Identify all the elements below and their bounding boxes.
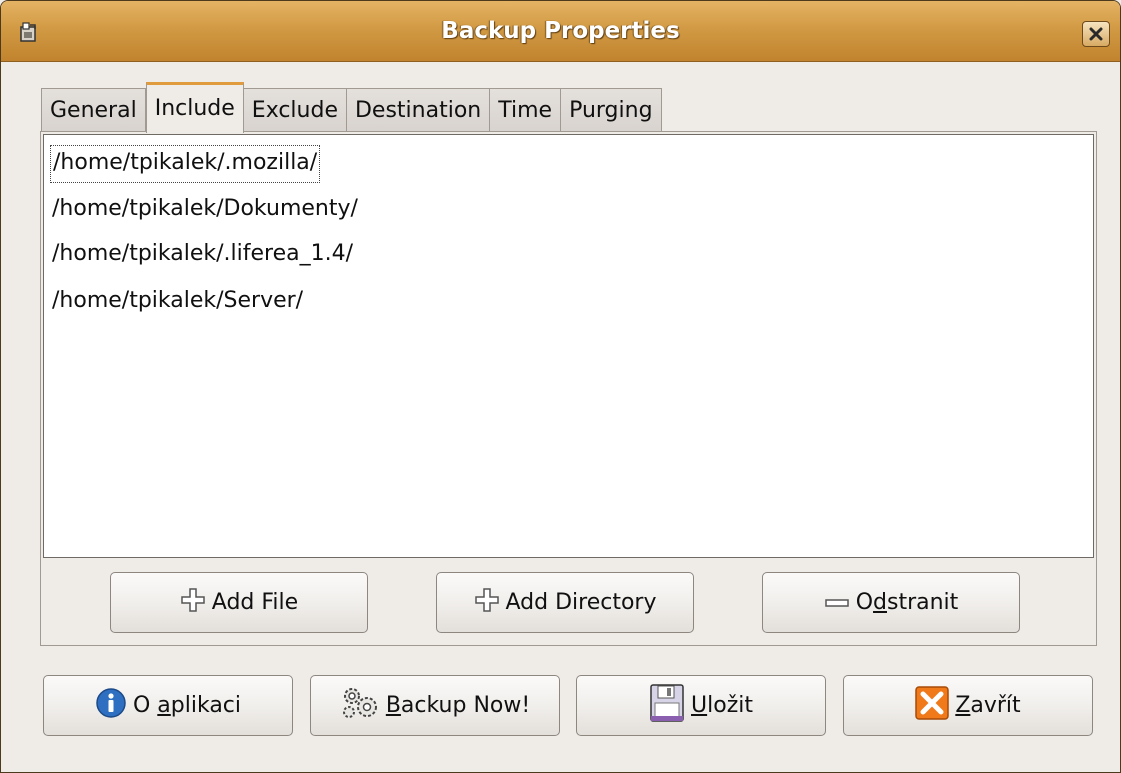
tab-bar: General Include Exclude Destination Time… [41, 82, 662, 133]
x-icon [915, 685, 950, 726]
tab-exclude[interactable]: Exclude [243, 88, 347, 132]
save-label-mnemonic: U [691, 693, 708, 718]
list-item[interactable]: /home/tpikalek/Server/ [50, 283, 305, 319]
list-item[interactable]: /home/tpikalek/Dokumenty/ [50, 191, 360, 227]
tab-destination[interactable]: Destination [346, 88, 491, 132]
backup-label-mnemonic: B [385, 693, 401, 718]
gears-icon [340, 685, 380, 727]
about-button[interactable]: O aplikaci [43, 675, 293, 736]
save-label: Uložit [691, 693, 753, 718]
backup-now-button[interactable]: Backup Now! [310, 675, 560, 736]
plus-icon [474, 587, 500, 619]
backup-now-label: Backup Now! [386, 693, 530, 718]
about-label-post: plikaci [170, 693, 242, 718]
add-file-label: Add File [211, 590, 299, 615]
close-icon [1089, 22, 1103, 47]
plus-icon [180, 587, 206, 619]
window-title: Backup Properties [441, 18, 680, 44]
backup-label-post: ackup Now! [400, 693, 531, 718]
list-item[interactable]: /home/tpikalek/.mozilla/ [50, 145, 321, 183]
floppy-icon [649, 683, 685, 729]
include-list[interactable]: /home/tpikalek/.mozilla/ /home/tpikalek/… [43, 134, 1094, 558]
info-icon [95, 687, 127, 725]
tab-general[interactable]: General [41, 88, 146, 132]
close-window-button[interactable] [1082, 21, 1110, 47]
about-label: O aplikaci [133, 693, 241, 718]
minus-icon [824, 590, 850, 615]
close-label: Zavřít [955, 693, 1020, 718]
close-button[interactable]: Zavřít [843, 675, 1093, 736]
add-directory-label: Add Directory [505, 590, 657, 615]
backup-properties-window: Backup Properties General Include Exclud… [0, 0, 1121, 773]
tab-purging[interactable]: Purging [561, 88, 662, 132]
save-label-post: ložit [707, 693, 753, 718]
list-item[interactable]: /home/tpikalek/.liferea_1.4/ [50, 236, 355, 272]
tab-time[interactable]: Time [490, 88, 562, 132]
remove-label: Odstranit [856, 590, 959, 615]
include-tab-panel: /home/tpikalek/.mozilla/ /home/tpikalek/… [40, 131, 1097, 646]
close-label-mnemonic: Z [955, 693, 971, 718]
close-label-post: avřít [970, 693, 1021, 718]
add-directory-button[interactable]: Add Directory [436, 572, 694, 633]
tab-include[interactable]: Include [145, 82, 244, 133]
about-label-mnemonic: a [157, 693, 171, 718]
about-label-pre: O [132, 693, 158, 718]
titlebar[interactable]: Backup Properties [1, 1, 1120, 62]
remove-label-post: stranit [887, 590, 959, 615]
remove-button[interactable]: Odstranit [762, 572, 1020, 633]
add-file-button[interactable]: Add File [110, 572, 368, 633]
remove-label-mnemonic: d [873, 590, 887, 615]
save-button[interactable]: Uložit [576, 675, 826, 736]
remove-label-pre: O [855, 590, 874, 615]
